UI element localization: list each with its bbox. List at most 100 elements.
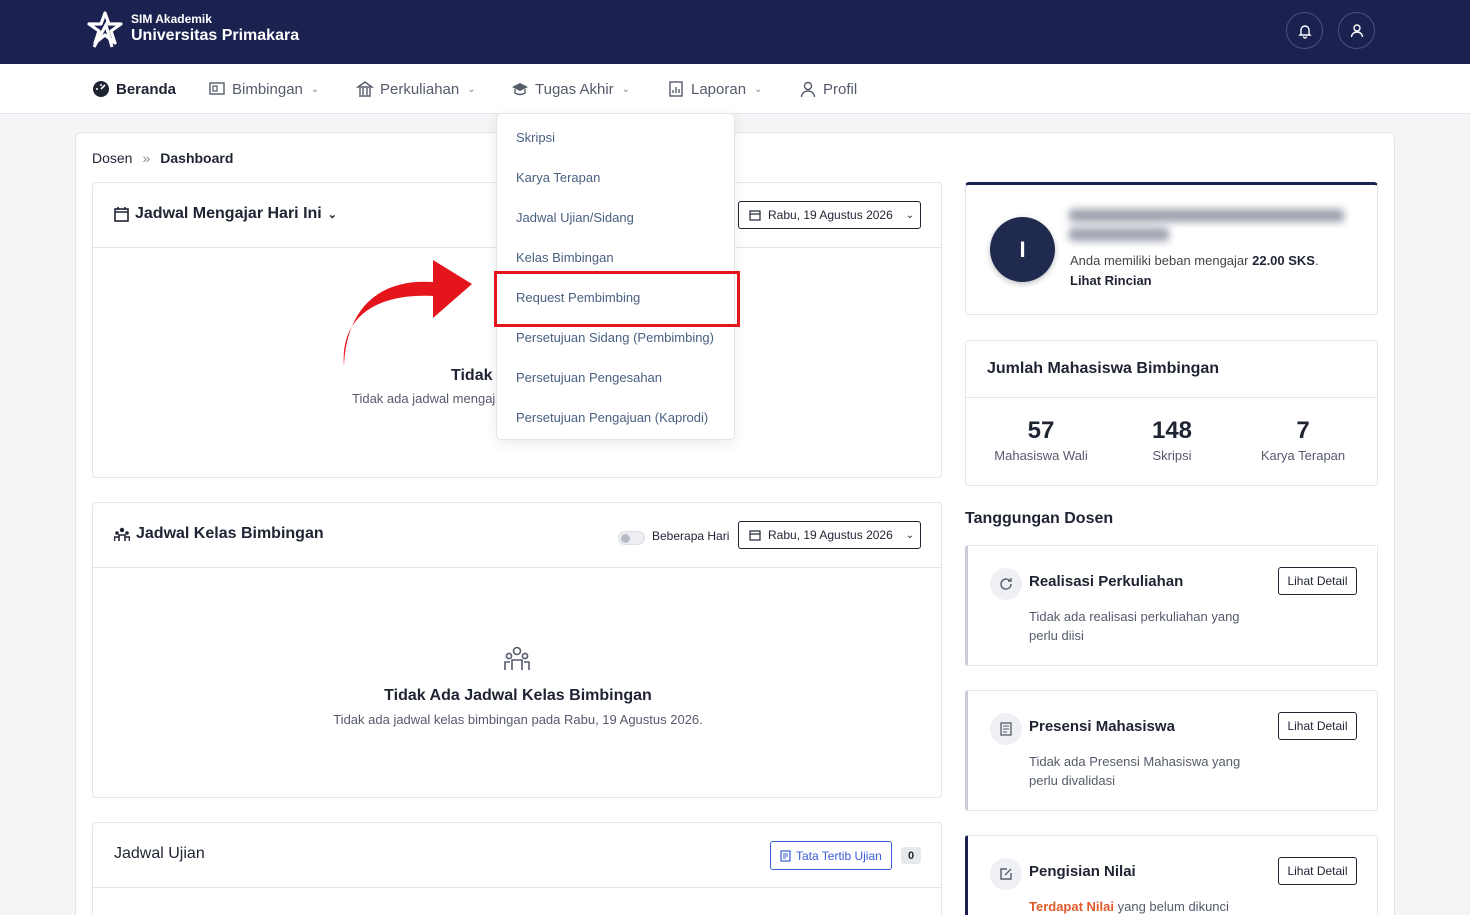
avatar: I — [990, 217, 1055, 282]
date-text: Rabu, 19 Agustus 2026 — [768, 208, 893, 222]
nav-tugas-akhir-label: Tugas Akhir — [535, 80, 614, 98]
main-navbar: Beranda Bimbingan ⌄ Perkuliahan ⌄ Tugas Ak… — [0, 64, 1470, 114]
breadcrumb-root[interactable]: Dosen — [92, 150, 132, 166]
toggle-label: Beberapa Hari — [652, 529, 730, 543]
count-badge: 0 — [901, 847, 921, 864]
card-header: Jadwal Kelas Bimbingan Beberapa Hari Rab… — [93, 503, 941, 568]
breadcrumb: Dosen » Dashboard — [92, 150, 233, 166]
dashboard-icon — [93, 81, 109, 97]
lihat-rincian-link[interactable]: Lihat Rincian — [1070, 273, 1152, 288]
tata-tertib-label: Tata Tertib Ujian — [796, 848, 882, 863]
jadwal-mengajar-title-text: Jadwal Mengajar Hari Ini — [135, 205, 322, 222]
lihat-detail-button[interactable]: Lihat Detail — [1278, 567, 1357, 595]
task-realisasi: Realisasi Perkuliahan Tidak ada realisas… — [965, 545, 1378, 666]
nav-beranda[interactable]: Beranda — [92, 64, 176, 114]
annotation-arrow-icon — [343, 260, 472, 366]
empty-state-subtitle: Tidak ada jadwal mengaj — [352, 391, 496, 406]
menu-item-karya-terapan[interactable]: Karya Terapan — [516, 170, 600, 185]
chevron-down-icon: ⌄ — [327, 208, 337, 221]
stat-karya-value: 7 — [1296, 417, 1310, 444]
building-icon — [356, 81, 374, 97]
stat-wali-label: Mahasiswa Wali — [994, 448, 1088, 463]
tanggungan-title: Tanggungan Dosen — [965, 510, 1114, 527]
chevron-down-icon: ⌄ — [905, 209, 915, 221]
tata-tertib-button[interactable]: Tata Tertib Ujian — [770, 841, 892, 870]
stat-skripsi-label: Skripsi — [1152, 448, 1192, 463]
brand-subtitle: SIM Akademik — [131, 12, 212, 26]
nav-perkuliahan-label: Perkuliahan — [380, 80, 460, 98]
task-desc: Terdapat Nilai yang belum dikunci — [1029, 897, 1289, 915]
nav-perkuliahan[interactable]: Perkuliahan ⌄ — [356, 64, 476, 114]
empty-state-subtitle: Tidak ada jadwal kelas bimbingan pada Ra… — [333, 712, 703, 727]
task-title: Realisasi Perkuliahan — [1029, 573, 1184, 590]
calendar-clock-icon — [114, 206, 129, 222]
load-prefix: Anda memiliki beban mengajar — [1070, 253, 1253, 268]
stat-skripsi-value: 148 — [1151, 417, 1193, 444]
nav-beranda-label: Beranda — [116, 80, 177, 98]
menu-item-persetujuan-sidang[interactable]: Persetujuan Sidang (Pembimbing) — [516, 330, 714, 345]
document-icon — [780, 849, 791, 862]
jadwal-ujian-card: Jadwal Ujian Tata Tertib Ujian 0 — [92, 822, 942, 915]
calendar-icon — [749, 210, 761, 221]
university-logo[interactable] — [86, 11, 124, 49]
jadwal-ujian-title: Jadwal Ujian — [114, 845, 205, 863]
stat-karya-label: Karya Terapan — [1260, 448, 1346, 463]
menu-item-persetujuan-pengajuan[interactable]: Persetujuan Pengajuan (Kaprodi) — [516, 410, 708, 425]
chevron-down-icon: ⌄ — [310, 83, 320, 95]
notification-button[interactable] — [1286, 12, 1323, 49]
task-title: Presensi Mahasiswa — [1029, 718, 1175, 735]
task-desc-rest: yang belum dikunci — [1114, 899, 1229, 914]
nav-profil-label: Profil — [823, 80, 858, 98]
menu-item-persetujuan-pengesahan[interactable]: Persetujuan Pengesahan — [516, 370, 662, 385]
user-icon — [800, 81, 816, 98]
beberapa-hari-toggle[interactable] — [618, 531, 645, 545]
stat-wali-value: 57 — [1027, 417, 1055, 444]
task-pengisian-nilai: Pengisian Nilai Terdapat Nilai yang belu… — [965, 835, 1378, 915]
profile-button[interactable] — [1338, 12, 1375, 49]
task-desc-highlight: Terdapat Nilai — [1029, 899, 1115, 914]
edit-icon — [990, 858, 1022, 890]
chevron-down-icon: ⌄ — [467, 83, 476, 95]
task-desc: Tidak ada Presensi Mahasiswa yang perlu … — [1029, 754, 1241, 788]
jadwal-bimbingan-title-text: Jadwal Kelas Bimbingan — [136, 525, 324, 542]
calendar-icon — [749, 530, 761, 541]
refresh-icon — [990, 568, 1022, 600]
jadwal-ujian-title-text: Jadwal Ujian — [114, 845, 205, 862]
group-icon — [114, 527, 130, 541]
date-picker-button[interactable]: Rabu, 19 Agustus 2026 ⌄ — [738, 521, 921, 549]
card-header: Jadwal Ujian Tata Tertib Ujian 0 — [93, 823, 941, 888]
date-picker-button[interactable]: Rabu, 19 Agustus 2026 ⌄ — [738, 201, 921, 229]
document-icon — [990, 713, 1022, 745]
highlight-box — [494, 271, 740, 327]
lihat-detail-button[interactable]: Lihat Detail — [1278, 857, 1357, 885]
user-icon — [1350, 23, 1363, 37]
group-icon — [504, 646, 530, 670]
chevron-down-icon: ⌄ — [621, 83, 631, 95]
empty-state-title: Tidak Ada Jadwal Kelas Bimbingan — [384, 687, 652, 704]
jadwal-bimbingan-title: Jadwal Kelas Bimbingan — [114, 525, 324, 543]
nav-laporan[interactable]: Laporan ⌄ — [667, 64, 762, 114]
load-suffix: . — [1314, 253, 1319, 268]
date-text: Rabu, 19 Agustus 2026 — [768, 528, 893, 542]
chevron-down-icon: ⌄ — [754, 83, 763, 95]
presentation-icon — [209, 82, 225, 95]
redacted-name — [1069, 209, 1349, 245]
chevron-down-icon: ⌄ — [905, 529, 915, 541]
load-value: 22.00 SKS — [1252, 253, 1315, 268]
card-header: Jumlah Mahasiswa Bimbingan — [966, 341, 1377, 398]
nav-profil[interactable]: Profil — [799, 64, 857, 114]
bimbingan-stats-card: Jumlah Mahasiswa Bimbingan 57 Mahasiswa … — [965, 340, 1378, 486]
menu-item-skripsi[interactable]: Skripsi — [516, 130, 555, 145]
menu-item-jadwal-ujian[interactable]: Jadwal Ujian/Sidang — [516, 210, 634, 225]
nav-bimbingan[interactable]: Bimbingan ⌄ — [208, 64, 319, 114]
bimbingan-stats-title: Jumlah Mahasiswa Bimbingan — [987, 360, 1220, 377]
nav-laporan-label: Laporan — [691, 80, 747, 98]
menu-item-kelas-bimbingan[interactable]: Kelas Bimbingan — [516, 250, 614, 265]
lihat-detail-button[interactable]: Lihat Detail — [1278, 712, 1357, 740]
task-title: Pengisian Nilai — [1029, 863, 1136, 880]
nav-tugas-akhir[interactable]: Tugas Akhir ⌄ — [511, 64, 630, 114]
breadcrumb-current: Dashboard — [160, 150, 234, 166]
teaching-load-text: Anda memiliki beban mengajar 22.00 SKS. — [1070, 253, 1319, 268]
task-presensi: Presensi Mahasiswa Tidak ada Presensi Ma… — [965, 690, 1378, 811]
jadwal-mengajar-title[interactable]: Jadwal Mengajar Hari Ini ⌄ — [114, 205, 337, 223]
